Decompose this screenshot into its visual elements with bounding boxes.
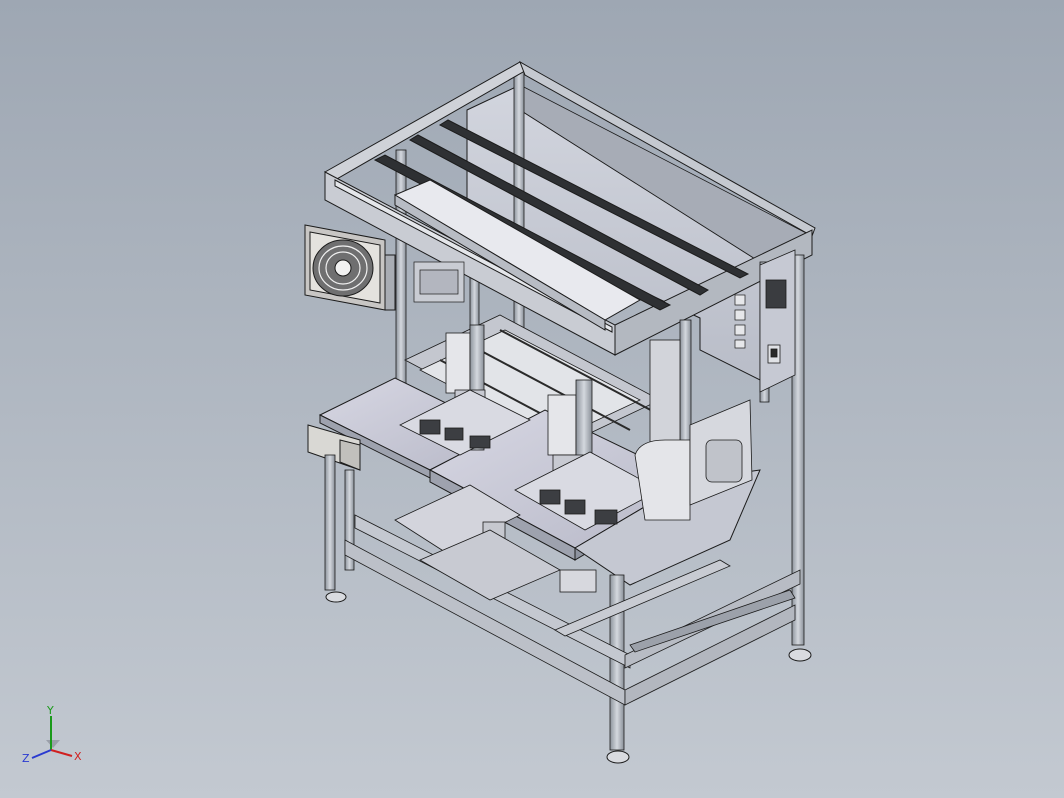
machine-assembly-model[interactable] — [0, 0, 1064, 798]
z-axis-label: Z — [22, 752, 30, 765]
x-axis-label: X — [74, 750, 82, 763]
y-axis-label: Y — [46, 704, 54, 717]
control-cabinet — [759, 249, 796, 393]
x-axis-line — [50, 749, 73, 757]
fan-bracket — [413, 261, 465, 303]
z-axis-line — [31, 749, 52, 759]
cad-viewport[interactable]: Y X Z — [0, 0, 1064, 798]
cooling-fan — [304, 224, 396, 311]
triad-cone — [46, 740, 60, 748]
coordinate-triad: Y X Z — [22, 704, 82, 765]
leveling-feet — [325, 591, 812, 764]
